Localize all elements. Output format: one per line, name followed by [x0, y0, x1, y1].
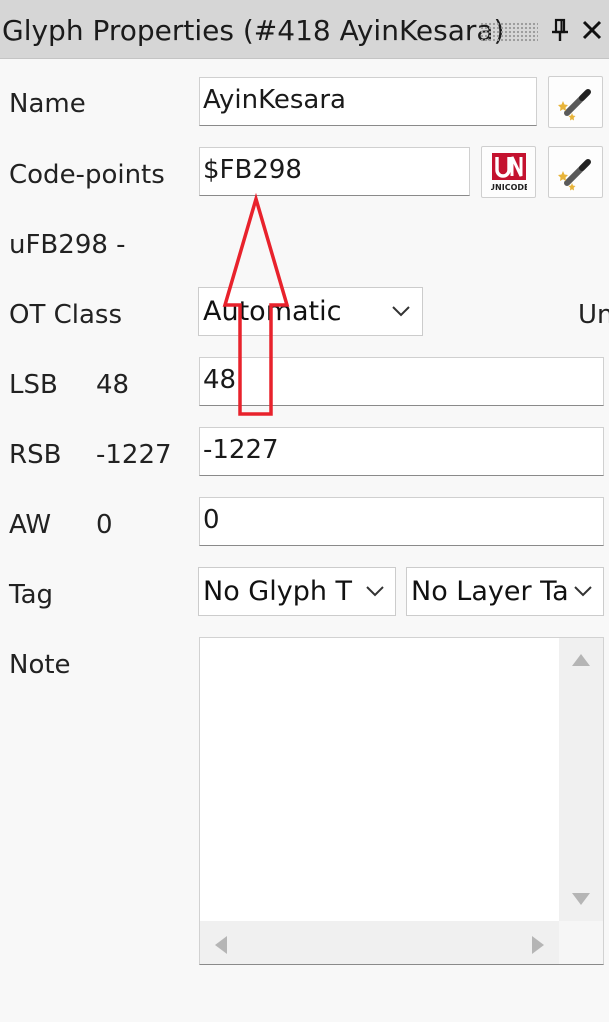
- annotation-arrow-icon: [222, 192, 290, 416]
